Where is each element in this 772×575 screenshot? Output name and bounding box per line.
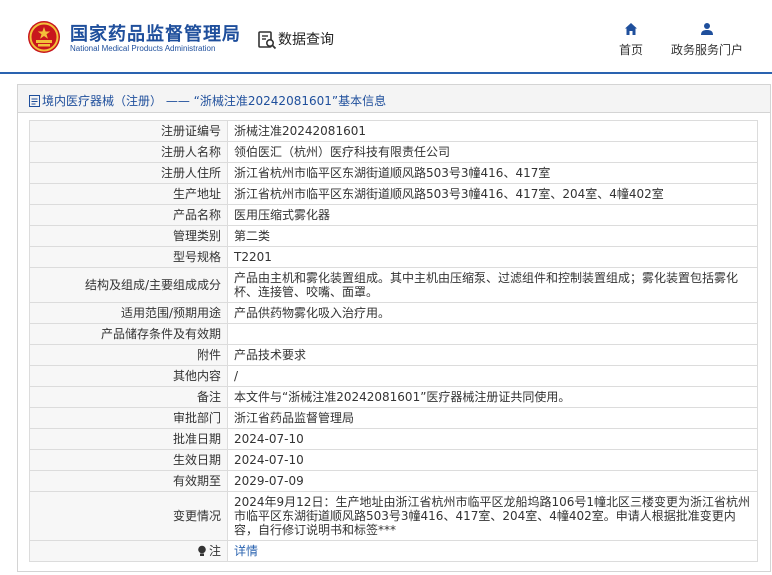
detail-panel: 境内医疗器械（注册） —— “浙械注准20242081601”基本信息 注册证编… (17, 84, 771, 572)
row-label: 注册人名称 (29, 141, 228, 163)
brand-title-cn: 国家药品监督管理局 (70, 24, 241, 45)
brand-title-en: National Medical Products Administration (70, 44, 216, 53)
row-value: 产品由主机和雾化装置组成。其中主机由压缩泵、过滤组件和控制装置组成；雾化装置包括… (227, 267, 758, 303)
row-value: 2024-07-10 (227, 428, 758, 450)
row-value: 第二类 (227, 225, 758, 247)
row-value: 2029-07-09 (227, 470, 758, 492)
row-value: 浙江省杭州市临平区东湖街道顺风路503号3幢416、417室 (227, 162, 758, 184)
row-label: 其他内容 (29, 365, 228, 387)
row-value: 浙械注准20242081601 (227, 120, 758, 142)
table-row: 其他内容 / (29, 365, 758, 387)
row-label: 注册人住所 (29, 162, 228, 184)
row-value: / (227, 365, 758, 387)
document-icon (29, 95, 40, 107)
row-label: 产品名称 (29, 204, 228, 226)
row-label: 生效日期 (29, 449, 228, 471)
home-icon (625, 23, 637, 35)
row-value: 浙江省杭州市临平区东湖街道顺风路503号3幢416、417室、204室、4幢40… (227, 183, 758, 205)
national-emblem-icon (28, 21, 60, 53)
table-row: 产品储存条件及有效期 (29, 323, 758, 345)
table-row: 型号规格 T2201 (29, 246, 758, 268)
row-label: 有效期至 (29, 470, 228, 492)
table-row: 有效期至 2029-07-09 (29, 470, 758, 492)
table-row: 变更情况 2024年9月12日：生产地址由浙江省杭州市临平区龙船坞路106号1幢… (29, 491, 758, 541)
nav-service-label: 政务服务门户 (670, 43, 743, 57)
data-query-icon (258, 31, 277, 50)
table-row: 管理类别 第二类 (29, 225, 758, 247)
table-row: 注 详情 (29, 540, 758, 562)
row-label: 产品储存条件及有效期 (29, 323, 228, 345)
row-label: 生产地址 (29, 183, 228, 205)
nav-home[interactable]: 首页 (610, 22, 652, 58)
user-icon (701, 23, 713, 35)
table-row: 注册人名称 领伯医汇（杭州）医疗科技有限责任公司 (29, 141, 758, 163)
detail-link[interactable]: 详情 (234, 544, 258, 558)
row-value: 领伯医汇（杭州）医疗科技有限责任公司 (227, 141, 758, 163)
row-label: 结构及组成/主要组成成分 (29, 267, 228, 303)
row-label: 适用范围/预期用途 (29, 302, 228, 324)
note-value-cell: 详情 (227, 540, 758, 562)
row-value (227, 323, 758, 345)
note-label: 注 (208, 544, 221, 558)
row-label: 管理类别 (29, 225, 228, 247)
row-value: 产品技术要求 (227, 344, 758, 366)
row-label: 注册证编号 (29, 120, 228, 142)
site-header: 国家药品监督管理局 National Medical Products Admi… (0, 0, 772, 74)
table-row: 产品名称 医用压缩式雾化器 (29, 204, 758, 226)
breadcrumb-category[interactable]: 境内医疗器械（注册） (42, 94, 162, 108)
registration-info-table: 注册证编号 浙械注准20242081601 注册人名称 领伯医汇（杭州）医疗科技… (29, 120, 758, 562)
row-value: 2024年9月12日：生产地址由浙江省杭州市临平区龙船坞路106号1幢北区三楼变… (227, 491, 758, 541)
row-value: 浙江省药品监督管理局 (227, 407, 758, 429)
row-value: 本文件与“浙械注准20242081601”医疗器械注册证共同使用。 (227, 386, 758, 408)
row-value: 产品供药物雾化吸入治疗用。 (227, 302, 758, 324)
table-row: 附件 产品技术要求 (29, 344, 758, 366)
breadcrumb-separator: —— (165, 94, 190, 108)
row-value: T2201 (227, 246, 758, 268)
nav-service-portal[interactable]: 政务服务门户 (664, 22, 750, 58)
table-row: 适用范围/预期用途 产品供药物雾化吸入治疗用。 (29, 302, 758, 324)
row-label: 型号规格 (29, 246, 228, 268)
table-row: 生产地址 浙江省杭州市临平区东湖街道顺风路503号3幢416、417室、204室… (29, 183, 758, 205)
table-row: 备注 本文件与“浙械注准20242081601”医疗器械注册证共同使用。 (29, 386, 758, 408)
row-value: 医用压缩式雾化器 (227, 204, 758, 226)
nav-home-label: 首页 (618, 43, 643, 57)
breadcrumb: 境内医疗器械（注册） —— “浙械注准20242081601”基本信息 (18, 85, 770, 113)
table-row: 批准日期 2024-07-10 (29, 428, 758, 450)
breadcrumb-current: “浙械注准20242081601”基本信息 (193, 94, 387, 108)
note-label-cell: 注 (29, 540, 228, 562)
table-row: 生效日期 2024-07-10 (29, 449, 758, 471)
lightbulb-icon (198, 545, 206, 556)
row-label: 附件 (29, 344, 228, 366)
table-row: 审批部门 浙江省药品监督管理局 (29, 407, 758, 429)
table-row: 注册人住所 浙江省杭州市临平区东湖街道顺风路503号3幢416、417室 (29, 162, 758, 184)
data-query-label[interactable]: 数据查询 (278, 29, 334, 49)
row-label: 审批部门 (29, 407, 228, 429)
row-label: 批准日期 (29, 428, 228, 450)
row-value: 2024-07-10 (227, 449, 758, 471)
table-row: 注册证编号 浙械注准20242081601 (29, 120, 758, 142)
row-label: 备注 (29, 386, 228, 408)
row-label: 变更情况 (29, 491, 228, 541)
table-row: 结构及组成/主要组成成分 产品由主机和雾化装置组成。其中主机由压缩泵、过滤组件和… (29, 267, 758, 303)
